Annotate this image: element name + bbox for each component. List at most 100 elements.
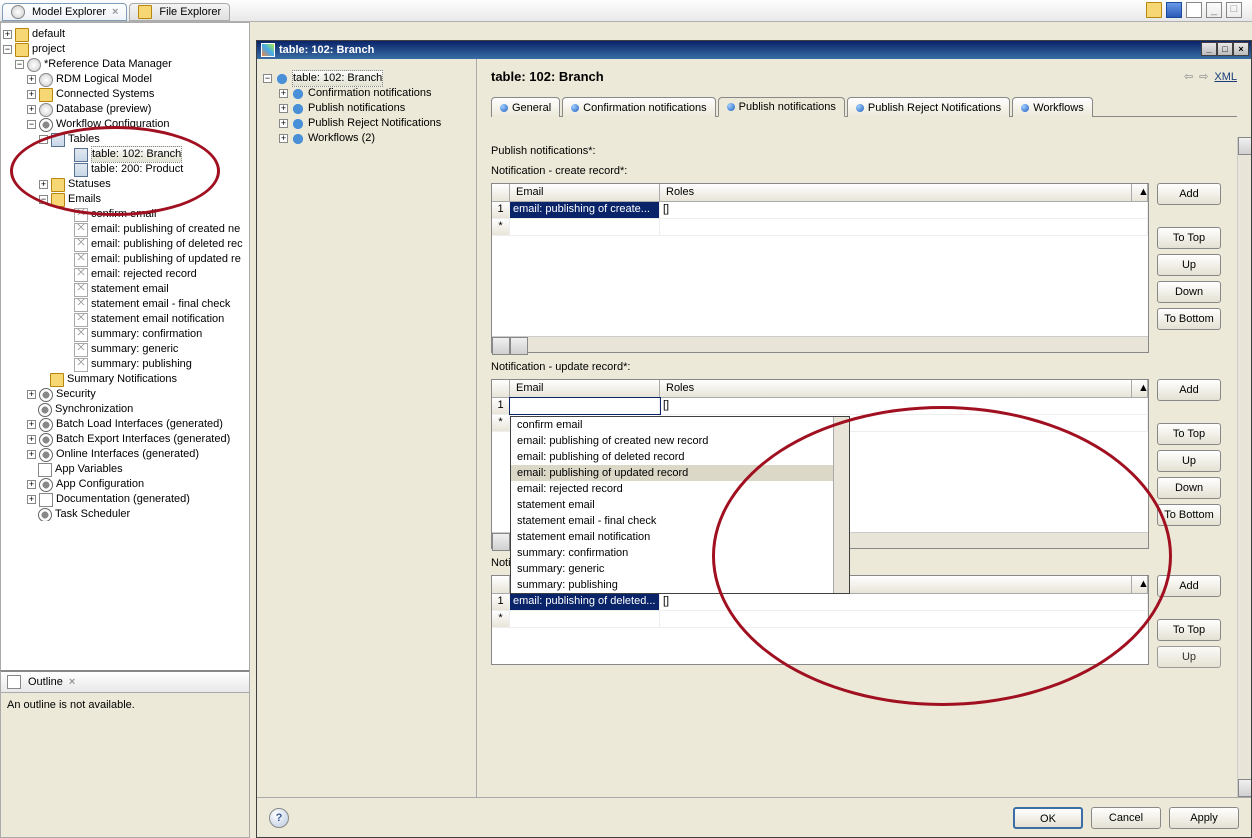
email-cell[interactable]: email: publishing of create... xyxy=(510,202,660,218)
add-button[interactable]: Add xyxy=(1157,183,1221,205)
dot-icon xyxy=(275,72,289,86)
nav-tree-item[interactable]: Publish Reject Notifications xyxy=(308,116,441,131)
close-icon[interactable]: × xyxy=(112,6,118,18)
tree-email-item[interactable]: email: publishing of deleted rec xyxy=(91,237,243,252)
dropdown-option[interactable]: summary: confirmation xyxy=(511,545,849,561)
tree-email-item[interactable]: email: rejected record xyxy=(91,267,197,282)
create-record-grid[interactable]: Email Roles ▲ 1 email: publishing of cre… xyxy=(491,183,1149,353)
open-folder-icon[interactable] xyxy=(1146,2,1162,18)
dropdown-option[interactable]: email: publishing of updated record xyxy=(511,465,849,481)
scroll-up-icon[interactable]: ▲ xyxy=(1132,380,1148,397)
collapse-icon[interactable]: − xyxy=(3,45,12,54)
tree-email-item[interactable]: statement email - final check xyxy=(91,297,230,312)
collapse-icon[interactable] xyxy=(1186,2,1202,18)
nav-tree-item[interactable]: Workflows (2) xyxy=(308,131,375,146)
add-button[interactable]: Add xyxy=(1157,575,1221,597)
close-icon[interactable]: × xyxy=(69,676,75,688)
tree-email-item[interactable]: email: publishing of updated re xyxy=(91,252,241,267)
dropdown-option[interactable]: confirm email xyxy=(511,417,849,433)
xml-link[interactable]: XML xyxy=(1214,71,1237,83)
email-icon xyxy=(74,223,88,237)
to-bottom-button[interactable]: To Bottom xyxy=(1157,504,1221,526)
down-button[interactable]: Down xyxy=(1157,281,1221,303)
dialog-nav-tree: −table: 102: Branch +Confirmation notifi… xyxy=(257,59,477,797)
email-cell-editing[interactable] xyxy=(510,398,660,414)
to-top-button[interactable]: To Top xyxy=(1157,227,1221,249)
outline-panel: Outline × An outline is not available. xyxy=(0,670,250,838)
add-button[interactable]: Add xyxy=(1157,379,1221,401)
roles-cell[interactable]: [] xyxy=(660,202,1148,218)
dialog-footer: ? OK Cancel Apply xyxy=(257,797,1251,837)
email-cell[interactable]: email: publishing of deleted... xyxy=(510,594,660,610)
section-create-record: Notification - create record*: xyxy=(491,165,1221,177)
tab-file-explorer[interactable]: File Explorer xyxy=(129,3,230,21)
tab-model-explorer[interactable]: Model Explorer × xyxy=(2,3,127,21)
tab-label: Model Explorer xyxy=(32,6,106,18)
up-button[interactable]: Up xyxy=(1157,254,1221,276)
expand-icon[interactable]: + xyxy=(3,30,12,39)
tab-confirmation-notifications[interactable]: Confirmation notifications xyxy=(562,97,716,117)
dot-icon xyxy=(727,103,735,111)
to-top-button[interactable]: To Top xyxy=(1157,619,1221,641)
vertical-scrollbar[interactable] xyxy=(1237,137,1251,797)
dropdown-option[interactable]: statement email - final check xyxy=(511,513,849,529)
dropdown-option[interactable]: email: rejected record xyxy=(511,481,849,497)
nav-tree-item[interactable]: Confirmation notifications xyxy=(308,86,432,101)
email-dropdown[interactable]: confirm emailemail: publishing of create… xyxy=(510,416,850,594)
dropdown-scrollbar[interactable] xyxy=(833,417,849,593)
dropdown-option[interactable]: statement email xyxy=(511,497,849,513)
tree-email-item[interactable]: email: publishing of created ne xyxy=(91,222,240,237)
cancel-button[interactable]: Cancel xyxy=(1091,807,1161,829)
tree-item-table-102-branch[interactable]: table: 102: Branch xyxy=(91,146,182,163)
update-record-grid[interactable]: Email Roles ▲ 1 [] * xyxy=(491,379,1149,549)
ok-button[interactable]: OK xyxy=(1013,807,1083,829)
tree-email-item[interactable]: statement email notification xyxy=(91,312,224,327)
maximize-icon[interactable]: □ xyxy=(1226,2,1242,18)
toolbar-icon-group: _ □ xyxy=(1146,2,1242,18)
tab-publish-reject-notifications[interactable]: Publish Reject Notifications xyxy=(847,97,1010,117)
to-bottom-button[interactable]: To Bottom xyxy=(1157,308,1221,330)
up-button-partial[interactable]: Up xyxy=(1157,646,1221,668)
scroll-up-icon[interactable]: ▲ xyxy=(1132,576,1148,593)
tree-email-item[interactable]: confirm email xyxy=(91,207,156,222)
tree-email-item[interactable]: statement email xyxy=(91,282,169,297)
minimize-icon[interactable]: _ xyxy=(1206,2,1222,18)
top-toolbar: Model Explorer × File Explorer _ □ xyxy=(0,0,1252,22)
up-button[interactable]: Up xyxy=(1157,450,1221,472)
dropdown-option[interactable]: email: publishing of deleted record xyxy=(511,449,849,465)
email-icon xyxy=(74,238,88,252)
emails-icon xyxy=(51,193,65,207)
maximize-button[interactable]: □ xyxy=(1217,42,1233,56)
tree-email-item[interactable]: summary: confirmation xyxy=(91,327,202,342)
apply-button[interactable]: Apply xyxy=(1169,807,1239,829)
to-top-button[interactable]: To Top xyxy=(1157,423,1221,445)
dropdown-option[interactable]: email: publishing of created new record xyxy=(511,433,849,449)
dialog-title-text: table: 102: Branch xyxy=(279,44,374,56)
scroll-up-icon[interactable]: ▲ xyxy=(1132,184,1148,201)
dropdown-option[interactable]: statement email notification xyxy=(511,529,849,545)
dialog-titlebar[interactable]: table: 102: Branch _ □ × xyxy=(257,41,1251,59)
model-tree[interactable]: +default −project −*Reference Data Manag… xyxy=(1,23,249,521)
save-icon[interactable] xyxy=(1166,2,1182,18)
minimize-button[interactable]: _ xyxy=(1201,42,1217,56)
tab-publish-notifications[interactable]: Publish notifications xyxy=(718,97,845,117)
help-button[interactable]: ? xyxy=(269,808,289,828)
folder-icon xyxy=(51,178,65,192)
back-arrow-icon[interactable]: ⇦ xyxy=(1184,70,1193,83)
dot-icon xyxy=(291,117,305,131)
tab-label: File Explorer xyxy=(159,6,221,18)
nav-tree-item[interactable]: Publish notifications xyxy=(308,101,405,116)
tree-email-item[interactable]: summary: generic xyxy=(91,342,178,357)
dropdown-option[interactable]: summary: generic xyxy=(511,561,849,577)
email-icon xyxy=(74,268,88,282)
dropdown-option[interactable]: summary: publishing xyxy=(511,577,849,593)
online-icon xyxy=(39,448,53,462)
forward-arrow-icon[interactable]: ⇨ xyxy=(1199,70,1208,83)
horizontal-scrollbar[interactable] xyxy=(492,336,1148,352)
model-explorer-icon xyxy=(11,5,25,19)
tab-general[interactable]: General xyxy=(491,97,560,117)
tree-email-item[interactable]: summary: publishing xyxy=(91,357,192,372)
down-button[interactable]: Down xyxy=(1157,477,1221,499)
close-button[interactable]: × xyxy=(1233,42,1249,56)
tab-workflows[interactable]: Workflows xyxy=(1012,97,1093,117)
